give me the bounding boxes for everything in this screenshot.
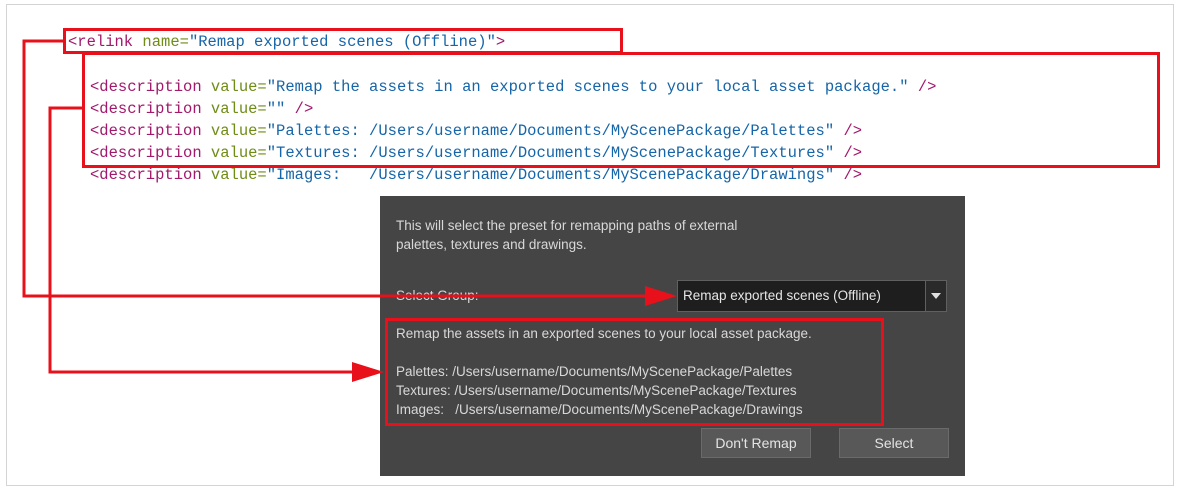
relink-arrowhead xyxy=(645,286,677,306)
relink-to-combo-arrow xyxy=(22,39,648,298)
relink-connector-line xyxy=(22,39,648,298)
description-arrowhead xyxy=(352,362,384,382)
connector-arrows xyxy=(22,39,677,382)
description-to-text-arrow xyxy=(48,106,356,374)
description-connector-line xyxy=(48,106,356,374)
